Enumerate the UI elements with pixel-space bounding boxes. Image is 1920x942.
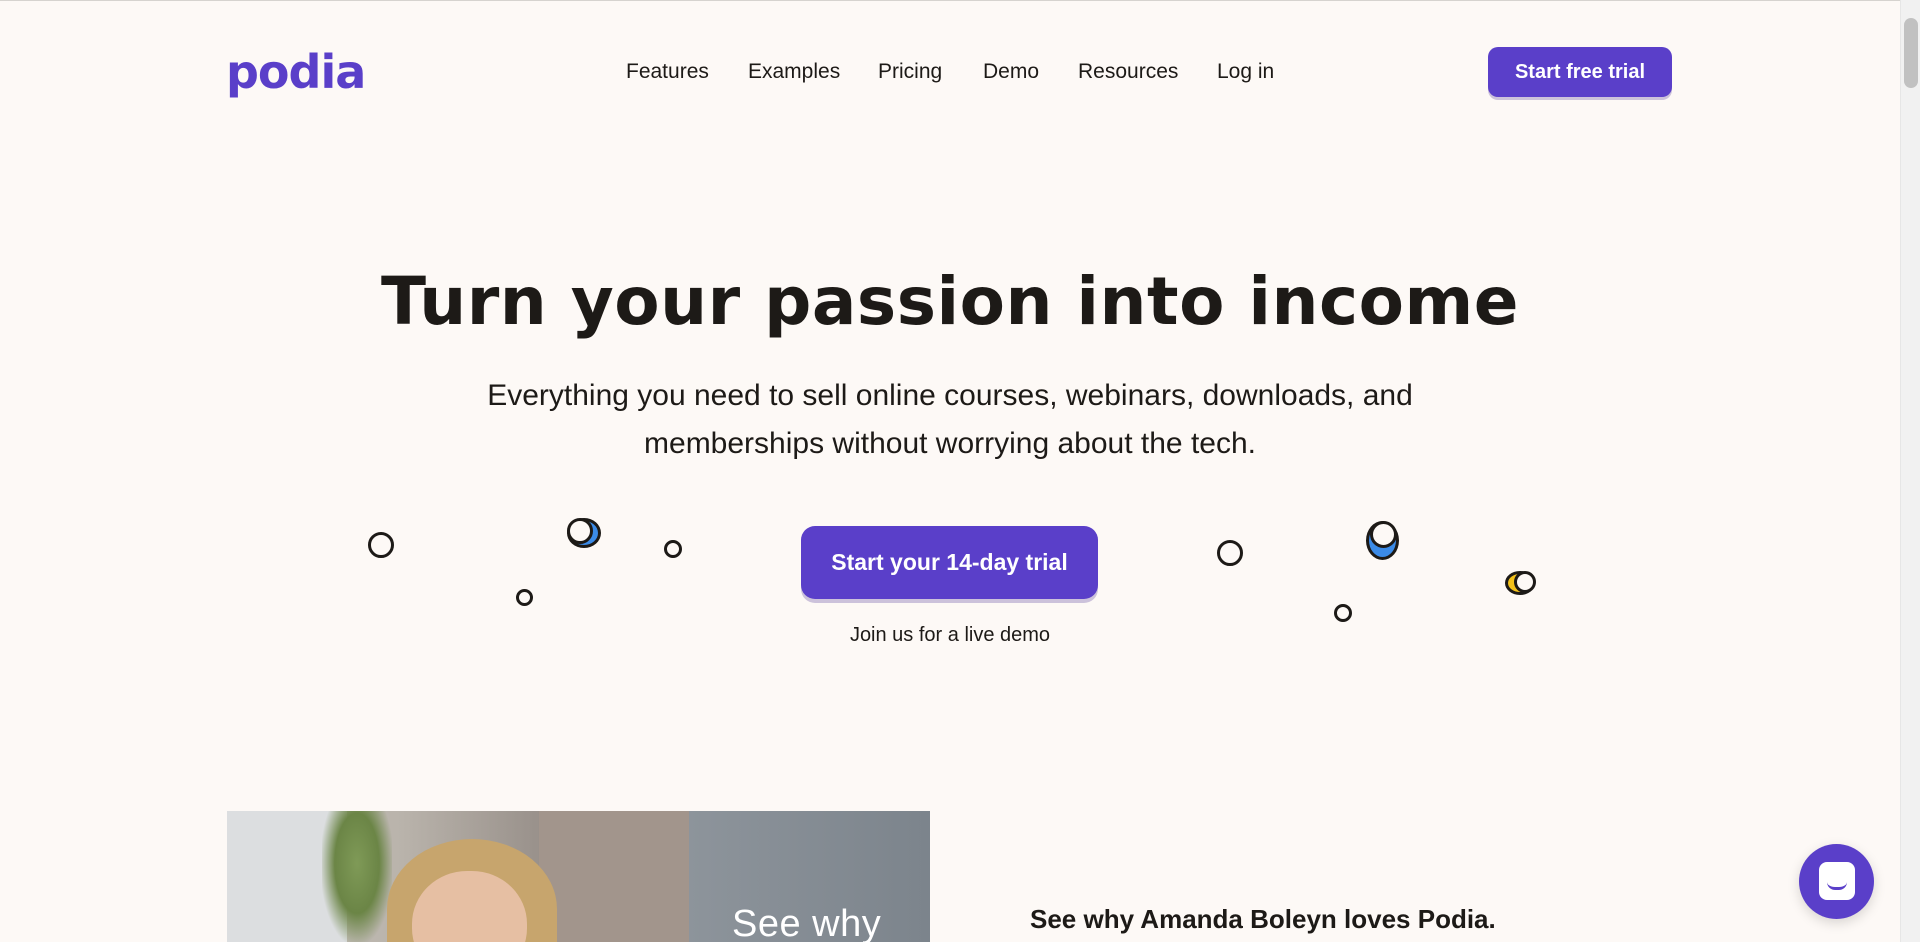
decorative-yellow-circle — [1505, 571, 1536, 595]
decorative-circle — [1217, 540, 1243, 566]
hero-title: Turn your passion into income — [380, 263, 1519, 340]
decorative-circle — [516, 589, 533, 606]
nav-features[interactable]: Features — [626, 58, 709, 86]
live-demo-link[interactable]: Join us for a live demo — [0, 622, 1900, 648]
nav-resources[interactable]: Resources — [1078, 58, 1178, 86]
scrollbar-thumb[interactable] — [1904, 18, 1918, 88]
chat-launcher-button[interactable] — [1799, 844, 1874, 919]
testimonial-video-thumbnail[interactable]: See why — [227, 811, 930, 942]
start-trial-button[interactable]: Start your 14-day trial — [801, 526, 1098, 599]
decorative-circle — [664, 540, 682, 558]
nav-pricing[interactable]: Pricing — [878, 58, 942, 86]
decorative-blue-circle — [1366, 521, 1399, 560]
hero-subtitle: Everything you need to sell online cours… — [487, 379, 1413, 460]
nav-demo[interactable]: Demo — [983, 58, 1039, 86]
decorative-circle — [368, 532, 394, 558]
chat-icon — [1819, 862, 1855, 900]
start-free-trial-button[interactable]: Start free trial — [1488, 47, 1672, 97]
nav-examples[interactable]: Examples — [748, 58, 840, 86]
window-top-border — [0, 0, 1900, 1]
decorative-blue-circle — [567, 518, 601, 548]
video-caption: See why — [732, 903, 882, 942]
decorative-circle — [1334, 604, 1352, 622]
testimonial-heading: See why Amanda Boleyn loves Podia. — [1030, 904, 1496, 934]
page-scrollbar[interactable] — [1900, 0, 1920, 942]
nav-login[interactable]: Log in — [1217, 58, 1274, 86]
